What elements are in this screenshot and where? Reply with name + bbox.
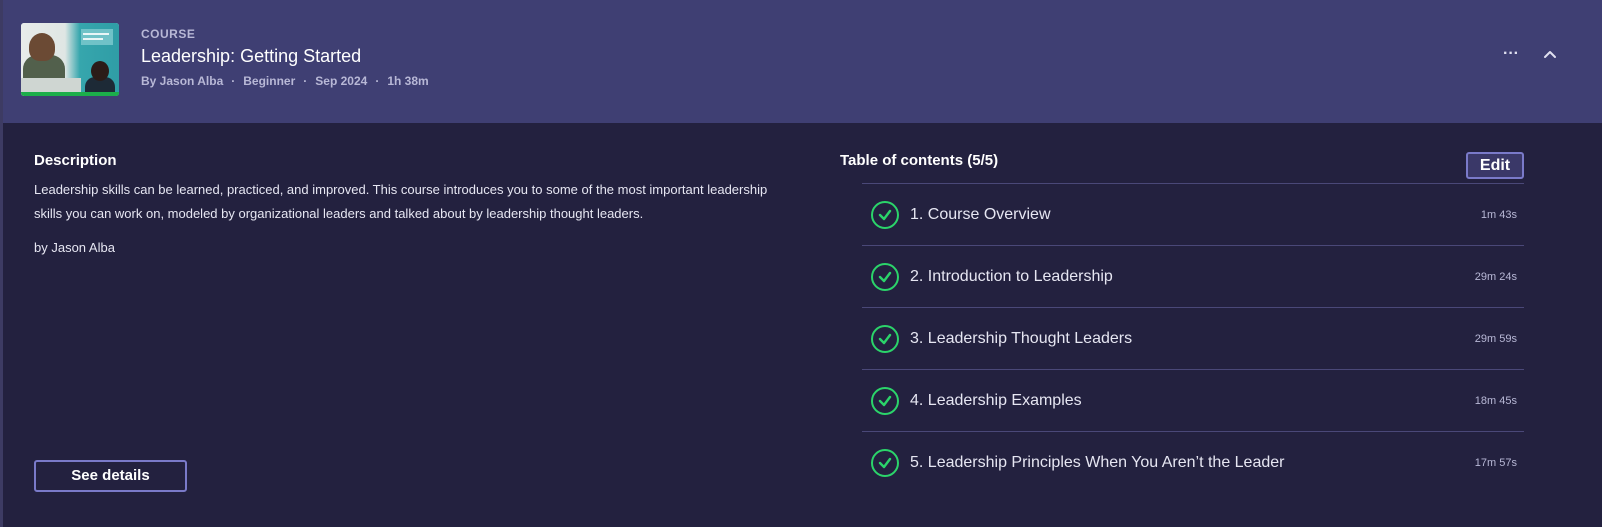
- course-author: By Jason Alba: [141, 74, 224, 88]
- toc-item-duration: 29m 24s: [1474, 271, 1517, 283]
- check-circle-icon: [871, 449, 899, 477]
- course-header: COURSE Leadership: Getting Started By Ja…: [3, 0, 1602, 123]
- course-thumbnail[interactable]: [21, 23, 119, 96]
- toc-item[interactable]: 1. Course Overview 1m 43s: [862, 184, 1524, 246]
- check-circle-icon: [871, 201, 899, 229]
- toc-item[interactable]: 2. Introduction to Leadership 29m 24s: [862, 246, 1524, 308]
- meta-separator: ·: [375, 74, 380, 88]
- toc-item-title: 4. Leadership Examples: [910, 392, 1082, 409]
- description-heading: Description: [34, 152, 117, 169]
- course-title[interactable]: Leadership: Getting Started: [141, 46, 361, 67]
- chevron-up-icon: [1544, 51, 1556, 58]
- thumbnail-progress-bar: [21, 92, 119, 96]
- meta-separator: ·: [303, 74, 308, 88]
- toc-item-title: 3. Leadership Thought Leaders: [910, 330, 1133, 347]
- toc-item[interactable]: 3. Leadership Thought Leaders 29m 59s: [862, 308, 1524, 370]
- see-details-button[interactable]: See details: [34, 460, 187, 492]
- toc-item-title: 5. Leadership Principles When You Aren’t…: [910, 454, 1285, 471]
- toc-heading: Table of contents (5/5): [840, 152, 999, 169]
- course-meta: By Jason Alba · Beginner · Sep 2024 · 1h…: [141, 74, 429, 88]
- toc-item-duration: 1m 43s: [1480, 209, 1517, 221]
- toc-list: 1. Course Overview 1m 43s 2. Introductio…: [862, 183, 1524, 494]
- check-circle-icon: [871, 263, 899, 291]
- toc-item-duration: 29m 59s: [1474, 333, 1517, 345]
- description-author: by Jason Alba: [34, 240, 115, 255]
- course-duration: 1h 38m: [387, 74, 429, 88]
- content-type-label: COURSE: [141, 27, 196, 41]
- more-options-button[interactable]: ···: [1500, 45, 1522, 68]
- toc-item-duration: 17m 57s: [1474, 457, 1517, 469]
- check-circle-icon: [871, 325, 899, 353]
- toc-item-duration: 18m 45s: [1474, 395, 1517, 407]
- toc-item-title: 1. Course Overview: [910, 206, 1051, 223]
- course-date: Sep 2024: [315, 74, 368, 88]
- collapse-button[interactable]: [1540, 44, 1560, 64]
- edit-button[interactable]: Edit: [1466, 152, 1524, 179]
- toc-item[interactable]: 4. Leadership Examples 18m 45s: [862, 370, 1524, 432]
- check-circle-icon: [871, 387, 899, 415]
- course-level: Beginner: [243, 74, 296, 88]
- toc-item-title: 2. Introduction to Leadership: [910, 268, 1113, 285]
- meta-separator: ·: [231, 74, 236, 88]
- more-horizontal-icon: ···: [1503, 45, 1519, 62]
- toc-item[interactable]: 5. Leadership Principles When You Aren’t…: [862, 432, 1524, 494]
- description-text: Leadership skills can be learned, practi…: [34, 182, 768, 221]
